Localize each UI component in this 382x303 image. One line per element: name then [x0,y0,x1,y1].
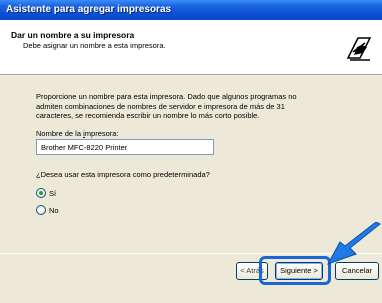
pointer-arrow-icon [326,222,381,265]
description-text: Proporcione un nombre para esta impresor… [36,92,297,120]
header-title: Dar un nombre a su impresora [11,30,135,40]
title-bar: Asistente para agregar impresoras [0,0,382,20]
radio-no-button[interactable] [36,205,46,215]
window-title: Asistente para agregar impresoras [6,4,172,15]
radio-yes-label: Sí [49,188,57,198]
default-printer-question: ¿Desea usar esta impresora como predeter… [36,170,210,179]
printer-name-field[interactable] [36,139,214,155]
wizard-header: Dar un nombre a su impresora Debe asigna… [0,20,382,75]
header-subtitle: Debe asignar un nombre a esta impresora. [23,41,166,50]
radio-yes-button[interactable] [36,188,46,198]
radio-option-no[interactable]: No [36,205,59,215]
wizard-window: Asistente para agregar impresoras Dar un… [0,0,382,303]
radio-option-yes[interactable]: Sí [36,188,56,198]
printer-wizard-icon [344,34,374,64]
radio-no-label: No [49,205,59,215]
printer-name-label: Nombre de la impresora: [36,129,119,138]
